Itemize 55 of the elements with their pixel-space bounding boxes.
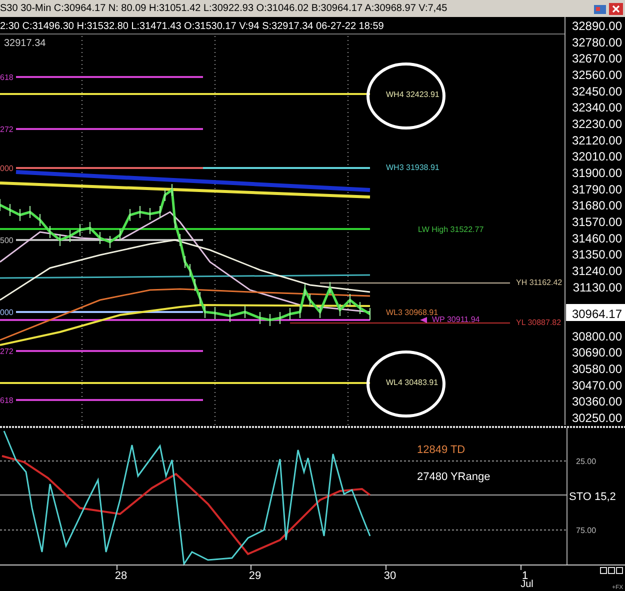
y-axis-label: 30360.00 [572, 394, 622, 409]
bar-info-text: 2:30 C:31496.30 H:31532.80 L:31471.43 O:31530.17 V:94 S:32917.34 06-27-22 18:59 [0, 21, 384, 32]
y-axis-label: 30800.00 [572, 329, 622, 344]
level-label: WH4 32423.91 [386, 90, 440, 99]
y-axis-label: 32010.00 [572, 150, 622, 164]
y-axis-label: 32120.00 [572, 133, 622, 148]
current-price-badge: 30964.17 [566, 304, 625, 321]
y-axis-label: 31130.00 [572, 280, 622, 294]
y-axis-label: 75.00 [576, 526, 596, 535]
level-label: YH 31162.42 [516, 278, 562, 287]
y-axis-label: 31790.00 [572, 182, 622, 196]
level-label: WH3 31938.91 [386, 163, 440, 172]
level-label: YL 30887.82 [516, 318, 562, 327]
y-axis-label: 32670.00 [572, 52, 622, 66]
y-axis-label: 30470.00 [572, 378, 622, 392]
x-axis-label: 30 [384, 570, 396, 582]
layout-icon[interactable] [600, 567, 623, 574]
y-axis-label: 31570.00 [572, 214, 622, 229]
fib-level-label: 000 [0, 164, 14, 173]
level-label: LW High 31522.77 [418, 225, 484, 234]
y-axis-label: 31350.00 [572, 248, 622, 262]
y-axis-label: 32340.00 [572, 100, 622, 115]
y-axis-label: 32230.00 [572, 116, 622, 131]
y-axis-label: 30250.00 [572, 410, 622, 425]
y-axis-label: 32780.00 [572, 35, 622, 50]
level-label: WL3 30968.91 [386, 308, 438, 317]
x-axis-label: 28 [114, 570, 128, 582]
level-label: WP 30911.94 [432, 315, 480, 324]
y-axis-label: 32560.00 [572, 68, 622, 82]
x-axis-label: Jul [520, 579, 534, 590]
x-axis-label: 29 [248, 570, 262, 582]
y-axis-label: 30580.00 [572, 362, 622, 376]
sto-label: STO 15,2 [569, 491, 616, 503]
fib-level-label: 500 [0, 236, 14, 245]
y-axis-label: 31460.00 [572, 231, 622, 246]
fib-level-label: 272 [0, 347, 14, 356]
td-label: 12849 TD [417, 444, 466, 456]
level-label: WL4 30483.91 [386, 378, 438, 387]
fib-level-label: 000 [0, 308, 14, 317]
arrow-icon [420, 317, 427, 323]
yrange-label: 27480 YRange [417, 471, 490, 483]
app-icon[interactable] [593, 2, 607, 14]
y-axis-label: 25.00 [576, 457, 596, 466]
fib-level-label: 618 [0, 396, 14, 405]
title-bar-text: S30 30-Min C:30964.17 N: 80.09 H:31051.42 L:30922.93 O:31046.02 B:30964.17 A:30968.97 V:7,45 [0, 3, 448, 14]
y-axis-label: 31240.00 [572, 264, 622, 278]
fib-level-label: 272 [0, 125, 14, 134]
y-axis-label: 30690.00 [572, 346, 622, 360]
y-axis-label: 31900.00 [572, 166, 622, 180]
close-icon[interactable] [609, 2, 623, 14]
y-axis-label: 32450.00 [572, 84, 622, 98]
fib-level-label: 618 [0, 73, 14, 82]
y-axis-label: 32890.00 [572, 19, 622, 33]
y-axis-label: 31680.00 [572, 198, 622, 213]
top-price-label: 32917.34 [4, 38, 46, 49]
